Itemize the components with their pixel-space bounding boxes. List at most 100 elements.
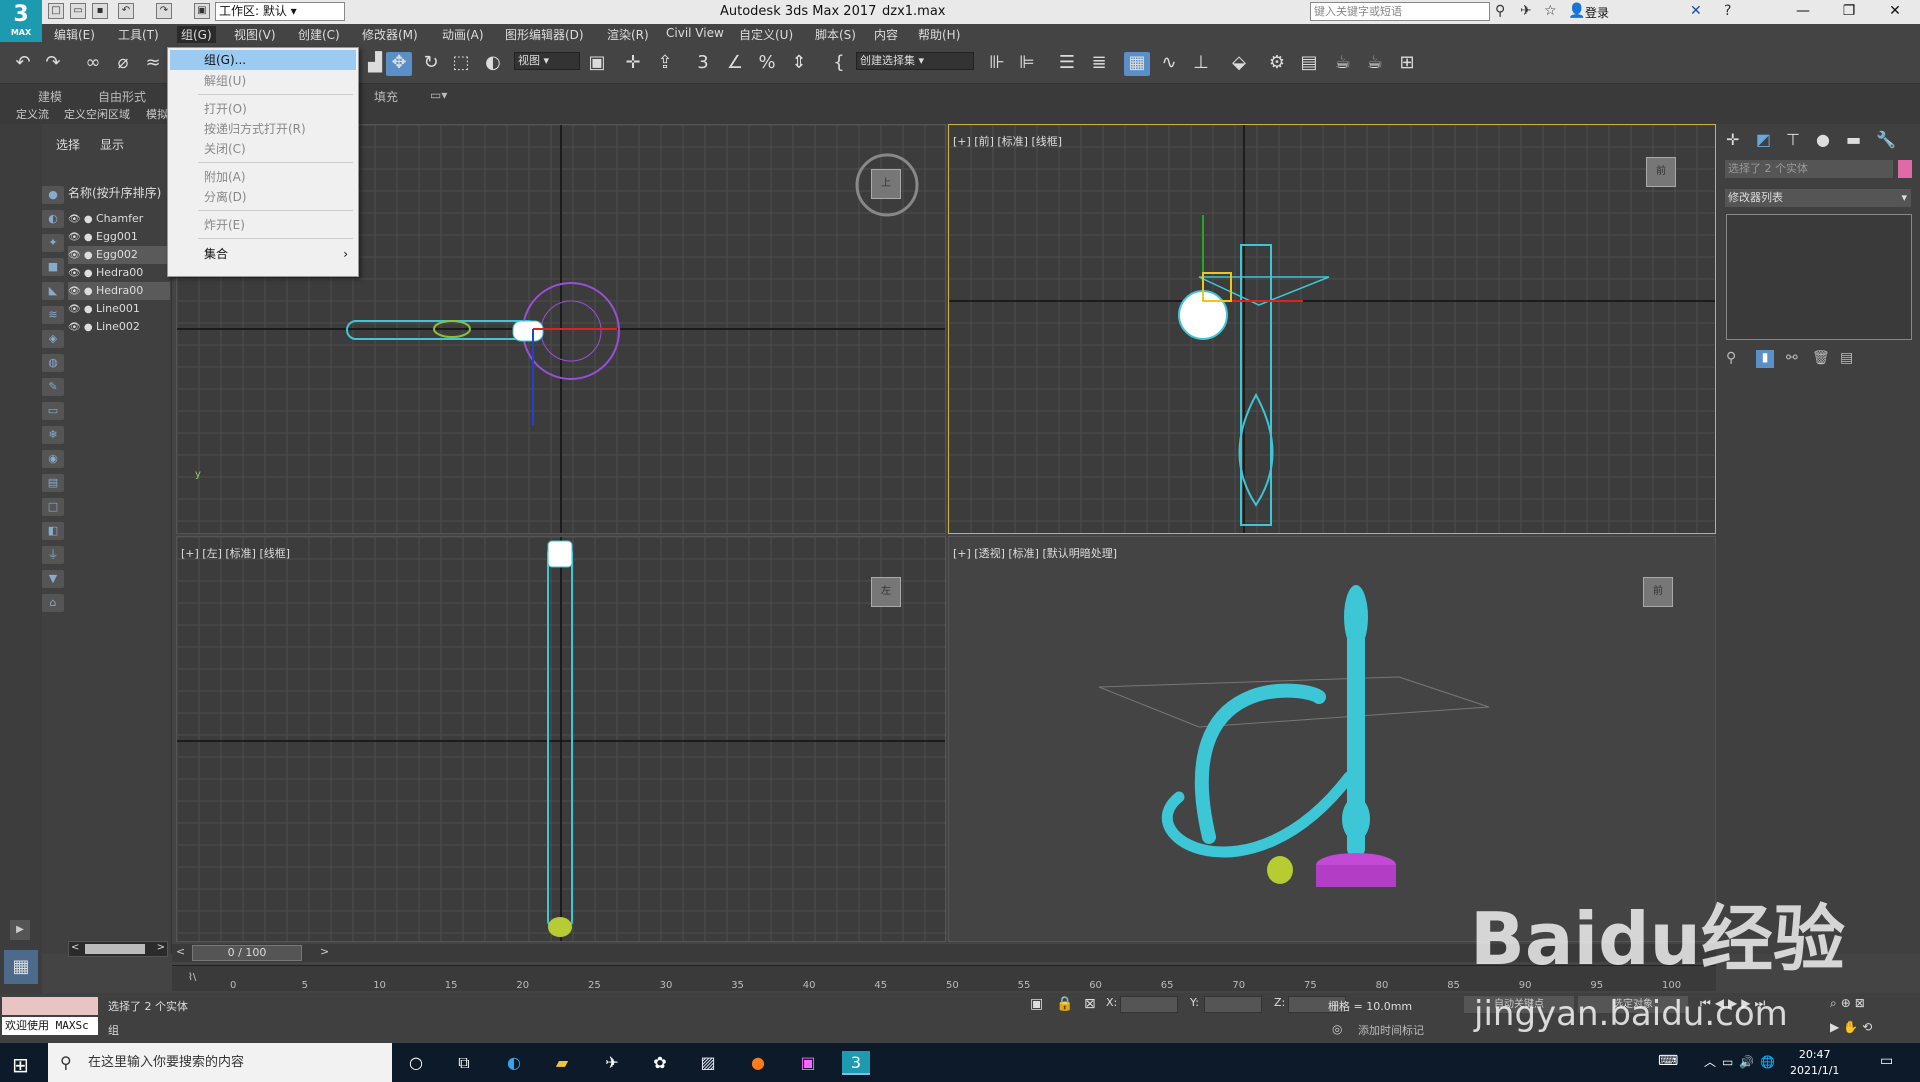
menu-rendering[interactable]: 渲染(R) (607, 26, 649, 43)
filter-xrefs-icon[interactable]: ◍ (42, 354, 64, 372)
rendered-frame-icon[interactable]: ▤ (1296, 52, 1322, 76)
remove-modifier-icon[interactable]: 🗑 (1812, 350, 1830, 366)
exchange-icon[interactable]: ✕ (1690, 3, 1702, 19)
material-editor-icon[interactable]: ⬙ (1226, 52, 1252, 76)
pole-side-wire[interactable] (547, 546, 573, 928)
viewcube-front[interactable]: 前 (1646, 157, 1676, 187)
time-slider[interactable]: 0 / 100 (192, 945, 302, 961)
filter-shapes-icon[interactable]: ◐ (42, 210, 64, 228)
named-selection-dropdown[interactable]: 创建选择集 ▾ (856, 52, 974, 70)
menu-item-group[interactable]: 组(G)... (170, 50, 356, 70)
selection-info-field[interactable]: 选择了 2 个实体 (1725, 160, 1893, 178)
time-next-icon[interactable]: > (320, 945, 329, 958)
filter-groups-icon[interactable]: ◈ (42, 330, 64, 348)
menu-item-detach[interactable]: 分离(D) (170, 187, 356, 207)
menu-tools[interactable]: 工具(T) (118, 26, 159, 43)
make-unique-icon[interactable]: ⚯ (1786, 350, 1798, 366)
scene-tab-display[interactable]: 显示 (100, 136, 124, 153)
menu-civil-view[interactable]: Civil View (666, 26, 724, 40)
task-view-icon[interactable]: ⧉ (450, 1051, 478, 1075)
egg-solid[interactable] (1267, 856, 1293, 884)
selected-top-wire[interactable] (547, 540, 573, 568)
menu-edit[interactable]: 编辑(E) (54, 26, 95, 43)
render-iterative-icon[interactable]: ☕ (1362, 52, 1388, 76)
menu-scripting[interactable]: 脚本(S) (815, 26, 856, 43)
visibility-eye-icon[interactable]: 👁 ● (68, 229, 96, 247)
menu-group[interactable]: 组(G) (177, 26, 216, 43)
curve-editor-icon[interactable]: ∿ (1156, 52, 1182, 76)
user-icon[interactable]: 👤 (1568, 3, 1585, 19)
ribbon-define-flows[interactable]: 定义流 (16, 106, 49, 122)
menu-item-assembly[interactable]: 集合 › (170, 244, 356, 264)
menu-graph-editors[interactable]: 图形编辑器(D) (505, 26, 584, 43)
viewport-pan-orbit-icons[interactable]: ▶✋⟲ (1830, 1020, 1876, 1034)
select-rotate-icon[interactable]: ↻ (418, 52, 444, 76)
snaps-toggle-icon[interactable]: 3 (690, 52, 716, 76)
top-teardrop-solid[interactable] (1344, 585, 1368, 649)
a360-render-icon[interactable]: ⊞ (1394, 52, 1420, 76)
save-file-icon[interactable]: ▪ (92, 3, 108, 19)
scene-object-row[interactable]: 👁 ● Line001 (68, 300, 170, 318)
visibility-eye-icon[interactable]: 👁 ● (68, 319, 96, 337)
filter-spacewarps-icon[interactable]: ≋ (42, 306, 64, 324)
link-icon[interactable]: ∞ (80, 52, 106, 76)
isolate-selection-icon[interactable]: ▣ (1030, 996, 1043, 1012)
3dsmax-taskbar-icon[interactable]: 3 (842, 1051, 870, 1075)
login-button[interactable]: 登录 (1585, 4, 1609, 21)
help-search-input[interactable]: 键入关键字或短语 (1310, 2, 1490, 21)
filter-geometry-icon[interactable]: ● (42, 186, 64, 204)
menu-content[interactable]: 内容 (874, 26, 898, 43)
bind-spacewarp-icon[interactable]: ≈ (140, 52, 166, 76)
modifier-stack[interactable] (1726, 214, 1912, 340)
selected-egg-wire[interactable] (512, 320, 544, 342)
app-icon-4[interactable]: ▣ (794, 1051, 822, 1075)
viewcube-top[interactable]: 上 (871, 169, 901, 199)
schematic-view-icon[interactable]: ⊥ (1188, 52, 1214, 76)
scene-object-row[interactable]: 👁 ● Hedra00 (68, 264, 170, 282)
workspace-dropdown[interactable]: 工作区: 默认 ▾ (215, 2, 345, 21)
reference-coordinate-dropdown[interactable]: 视图 ▾ (514, 52, 580, 70)
percent-snap-icon[interactable]: % (754, 52, 780, 76)
spinner-snap-icon[interactable]: ⇕ (786, 52, 812, 76)
scene-object-row[interactable]: 👁 ● Hedra00 (68, 282, 170, 300)
expand-sidebar-icon[interactable]: ▶ (10, 920, 30, 940)
help-icon[interactable]: ? (1724, 3, 1731, 19)
toggle-ribbon-icon[interactable]: ▦ (1124, 52, 1150, 76)
viewcube-perspective[interactable]: 前 (1643, 577, 1673, 607)
menu-create[interactable]: 创建(C) (298, 26, 340, 43)
show-end-result-icon[interactable]: ▮ (1756, 350, 1774, 368)
app-logo[interactable]: 3 MAX (0, 0, 42, 42)
viewport-left[interactable]: [+] [左] [标准] [线框] 左 (176, 536, 946, 942)
selection-lock-icon[interactable]: 🔒 (1056, 996, 1073, 1012)
filter-bones-icon[interactable]: ✎ (42, 378, 64, 396)
viewcube-left[interactable]: 左 (871, 577, 901, 607)
curved-pipe[interactable] (1194, 683, 1326, 844)
viewport-layout-icon[interactable]: ▦ (4, 950, 38, 984)
align-icon[interactable]: ⊫ (1014, 52, 1040, 76)
close-icon[interactable]: ✕ (1872, 0, 1918, 24)
scene-explorer-scrollbar[interactable]: < > (68, 941, 168, 957)
menu-views[interactable]: 视图(V) (234, 26, 276, 43)
windows-start-icon[interactable]: ⊞ (12, 1053, 29, 1077)
menu-modifiers[interactable]: 修改器(M) (362, 26, 418, 43)
select-move-icon[interactable]: ✥ (386, 52, 412, 76)
maxscript-listener-input[interactable] (2, 997, 98, 1015)
scene-explorer-icon[interactable]: ≣ (1086, 52, 1112, 76)
pin-stack-icon[interactable]: ⚲ (1726, 350, 1736, 366)
x-coord-field[interactable] (1120, 996, 1178, 1013)
utilities-tab-icon[interactable]: 🔧 (1876, 130, 1896, 149)
maxscript-welcome[interactable]: 欢迎使用 MAXSc (2, 1017, 98, 1035)
ribbon-tab-modeling[interactable]: 建模 (38, 88, 62, 105)
keyboard-shortcut-icon[interactable]: ⇪ (652, 52, 678, 76)
restore-icon[interactable]: ❐ (1826, 0, 1872, 24)
filter-cameras-icon[interactable]: ■ (42, 258, 64, 276)
select-place-icon[interactable]: ◐ (480, 52, 506, 76)
notification-icon[interactable]: ▭ (1880, 1053, 1893, 1069)
filter-lights-icon[interactable]: ✦ (42, 234, 64, 252)
create-tab-icon[interactable]: ✛ (1726, 130, 1739, 149)
pivot-center-icon[interactable]: ▣ (584, 52, 610, 76)
visibility-eye-icon[interactable]: 👁 ● (68, 283, 96, 301)
menu-item-open-recursively[interactable]: 按递归方式打开(R) (170, 119, 356, 139)
time-tag-icon[interactable]: ◎ (1332, 1022, 1342, 1036)
viewport-left-label[interactable]: [+] [左] [标准] [线框] (181, 545, 290, 561)
